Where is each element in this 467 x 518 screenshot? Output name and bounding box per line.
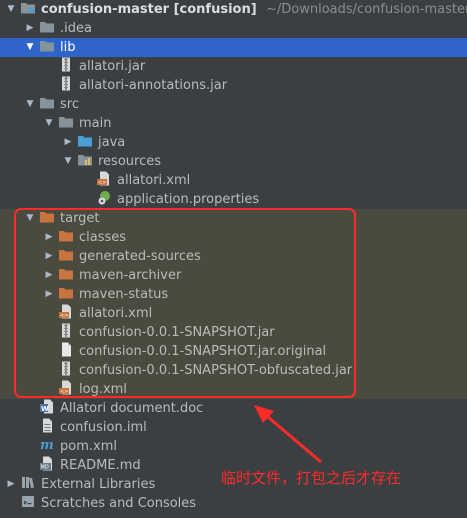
annotation-arrow-icon: [254, 405, 322, 464]
annotation-text: 临时文件，打包之后才存在: [221, 469, 402, 487]
